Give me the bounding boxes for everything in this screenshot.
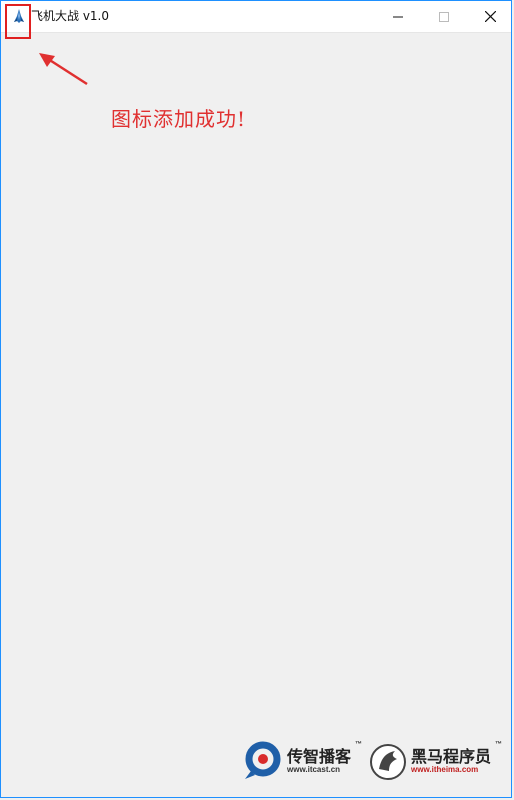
app-window: 飞机大战 v1.0 图标添加成功! 传智播客 ™ www.itcast.cn 黑… xyxy=(0,0,512,798)
itcast-url: www.itcast.cn xyxy=(287,765,341,774)
itheima-tm: ™ xyxy=(495,741,502,748)
maximize-icon xyxy=(439,7,449,26)
maximize-button[interactable] xyxy=(421,1,467,32)
itheima-url: www.itheima.com xyxy=(411,765,479,774)
icon-highlight-box xyxy=(5,4,31,39)
close-icon xyxy=(484,7,496,26)
itcast-tm: ™ xyxy=(355,741,362,748)
itheima-logo: 黑马程序员 ™ www.itheima.com xyxy=(369,739,502,783)
window-title: 飞机大战 v1.0 xyxy=(31,9,110,23)
close-button[interactable] xyxy=(467,1,513,32)
annotation-text: 图标添加成功! xyxy=(111,107,247,131)
annotation-arrow xyxy=(39,53,88,86)
minimize-button[interactable] xyxy=(375,1,421,32)
itcast-emblem-icon xyxy=(245,741,281,779)
itcast-logo: 传智播客 ™ www.itcast.cn xyxy=(241,739,363,783)
horse-head-icon xyxy=(370,744,406,780)
itheima-name: 黑马程序员 xyxy=(411,747,492,766)
minimize-icon xyxy=(393,7,403,26)
itcast-name: 传智播客 xyxy=(287,747,352,766)
title-bar[interactable]: 飞机大战 v1.0 xyxy=(1,1,511,33)
